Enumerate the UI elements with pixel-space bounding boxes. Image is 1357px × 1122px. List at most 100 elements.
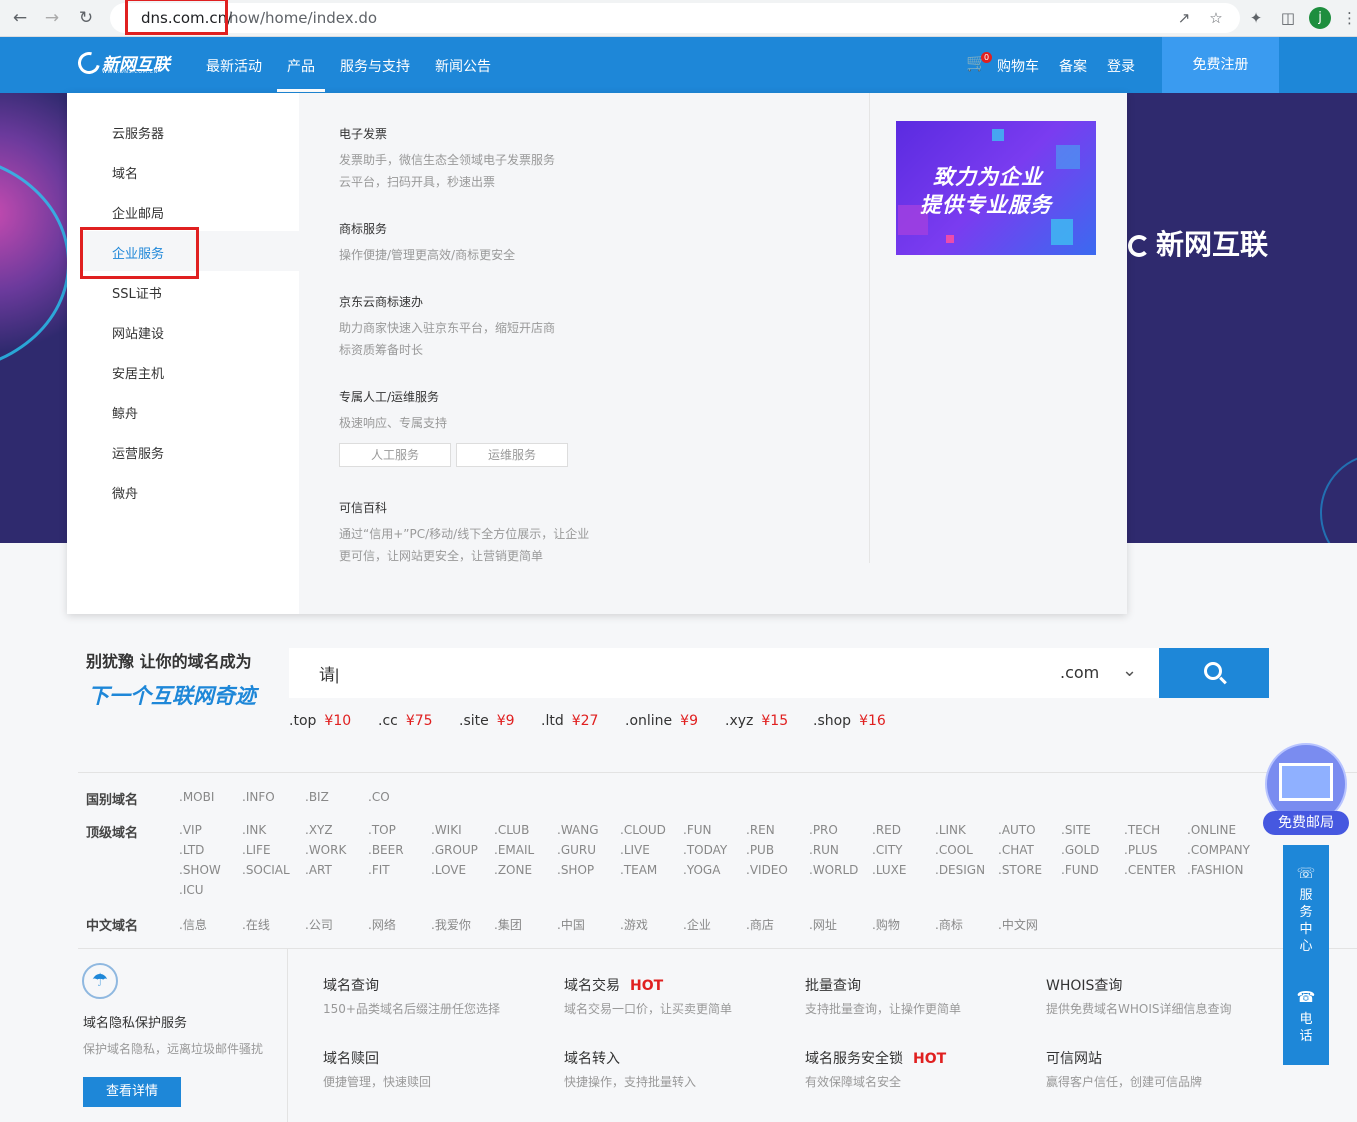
nav-news[interactable]: 新闻公告 bbox=[435, 56, 491, 76]
domain-link[interactable]: .CITY bbox=[872, 843, 902, 857]
domain-link[interactable]: .CHAT bbox=[998, 843, 1034, 857]
domain-link[interactable]: .GROUP bbox=[431, 843, 478, 857]
domain-link[interactable]: .购物 bbox=[872, 916, 900, 933]
domain-link[interactable]: .CO bbox=[368, 790, 390, 804]
back-icon[interactable]: ← bbox=[8, 6, 32, 30]
domain-link[interactable]: .INFO bbox=[242, 790, 275, 804]
menu-kebab-icon[interactable]: ⋮ bbox=[1342, 7, 1357, 29]
domain-link[interactable]: .VIDEO bbox=[746, 863, 788, 877]
category-enterprise-mail[interactable]: 企业邮局 bbox=[112, 203, 164, 222]
domain-suffix-select[interactable]: .com ⌄ bbox=[1030, 648, 1159, 698]
domain-link[interactable]: .RED bbox=[872, 823, 901, 837]
domain-link[interactable]: .CLOUD bbox=[620, 823, 666, 837]
category-cloud-server[interactable]: 云服务器 bbox=[112, 123, 164, 142]
bookmark-star-icon[interactable]: ☆ bbox=[1205, 7, 1227, 29]
domain-link[interactable]: .TODAY bbox=[683, 843, 727, 857]
forward-icon[interactable]: → bbox=[40, 6, 64, 30]
price-item[interactable]: .shop ¥16 bbox=[813, 713, 886, 729]
domain-link[interactable]: .MOBI bbox=[179, 790, 214, 804]
service-trademark-title[interactable]: 商标服务 bbox=[339, 220, 387, 237]
domain-link[interactable]: .REN bbox=[746, 823, 775, 837]
domain-link[interactable]: .SHOW bbox=[179, 863, 221, 877]
domain-link[interactable]: .我爱你 bbox=[431, 916, 471, 933]
service-e-invoice-title[interactable]: 电子发票 bbox=[339, 125, 387, 142]
domain-link[interactable]: .COMPANY bbox=[1187, 843, 1250, 857]
price-item[interactable]: .ltd ¥27 bbox=[541, 713, 598, 729]
category-ssl[interactable]: SSL证书 bbox=[112, 283, 162, 302]
domain-link[interactable]: .WORLD bbox=[809, 863, 858, 877]
domain-link[interactable]: .ONLINE bbox=[1187, 823, 1236, 837]
domain-link[interactable]: .CLUB bbox=[494, 823, 529, 837]
domain-link[interactable]: .AUTO bbox=[998, 823, 1036, 837]
domain-link[interactable]: .FIT bbox=[368, 863, 390, 877]
domain-link[interactable]: .PRO bbox=[809, 823, 838, 837]
share-icon[interactable]: ↗ bbox=[1173, 7, 1195, 29]
domain-link[interactable]: .BEER bbox=[368, 843, 404, 857]
domain-link[interactable]: .SOCIAL bbox=[242, 863, 290, 877]
domain-link[interactable]: .DESIGN bbox=[935, 863, 985, 877]
domain-link[interactable]: .中文网 bbox=[998, 916, 1038, 933]
feature-title[interactable]: 域名交易 HOT bbox=[564, 975, 663, 995]
domain-link[interactable]: .RUN bbox=[809, 843, 839, 857]
price-item[interactable]: .cc ¥75 bbox=[378, 713, 433, 729]
nav-products[interactable]: 产品 bbox=[287, 56, 315, 76]
domain-link[interactable]: .商标 bbox=[935, 916, 963, 933]
domain-link[interactable]: .ICU bbox=[179, 883, 204, 897]
domain-search-input[interactable] bbox=[289, 648, 1030, 698]
category-weizhou[interactable]: 微舟 bbox=[112, 483, 138, 502]
category-anju-host[interactable]: 安居主机 bbox=[112, 363, 164, 382]
feature-title[interactable]: 域名查询 bbox=[323, 975, 379, 995]
login-link[interactable]: 登录 bbox=[1107, 56, 1135, 76]
domain-link[interactable]: .YOGA bbox=[683, 863, 720, 877]
domain-link[interactable]: .游戏 bbox=[620, 916, 648, 933]
domain-link[interactable]: .WANG bbox=[557, 823, 599, 837]
domain-link[interactable]: .中国 bbox=[557, 916, 585, 933]
feature-title[interactable]: 批量查询 bbox=[805, 975, 861, 995]
domain-link[interactable]: .GOLD bbox=[1061, 843, 1099, 857]
category-jingzhou[interactable]: 鲸舟 bbox=[112, 403, 138, 422]
view-details-button[interactable]: 查看详情 bbox=[83, 1077, 181, 1107]
free-mail-widget[interactable]: 免费邮局 bbox=[1263, 743, 1349, 835]
domain-link[interactable]: .ART bbox=[305, 863, 332, 877]
domain-link[interactable]: .STORE bbox=[998, 863, 1042, 877]
domain-link[interactable]: .LIVE bbox=[620, 843, 650, 857]
manual-service-button[interactable]: 人工服务 bbox=[339, 443, 451, 467]
domain-link[interactable]: .商店 bbox=[746, 916, 774, 933]
feature-title[interactable]: 域名赎回 bbox=[323, 1048, 379, 1068]
domain-link[interactable]: .WIKI bbox=[431, 823, 462, 837]
domain-link[interactable]: .COOL bbox=[935, 843, 973, 857]
domain-link[interactable]: .TOP bbox=[368, 823, 396, 837]
domain-link[interactable]: .在线 bbox=[242, 916, 270, 933]
domain-link[interactable]: .VIP bbox=[179, 823, 202, 837]
domain-link[interactable]: .FASHION bbox=[1187, 863, 1243, 877]
domain-link[interactable]: .FUN bbox=[683, 823, 711, 837]
free-register-button[interactable]: 免费注册 bbox=[1162, 37, 1279, 93]
domain-link[interactable]: .信息 bbox=[179, 916, 207, 933]
domain-link[interactable]: .TECH bbox=[1124, 823, 1160, 837]
category-domain[interactable]: 域名 bbox=[112, 163, 138, 182]
domain-link[interactable]: .公司 bbox=[305, 916, 333, 933]
service-center-link[interactable]: 服务中心 bbox=[1283, 887, 1329, 955]
price-item[interactable]: .site ¥9 bbox=[459, 713, 515, 729]
domain-link[interactable]: .SHOP bbox=[557, 863, 594, 877]
domain-link[interactable]: .LUXE bbox=[872, 863, 907, 877]
extensions-icon[interactable]: ✦ bbox=[1245, 7, 1267, 29]
category-operations[interactable]: 运营服务 bbox=[112, 443, 164, 462]
reload-icon[interactable]: ↻ bbox=[74, 6, 98, 30]
price-item[interactable]: .top ¥10 bbox=[289, 713, 351, 729]
domain-link[interactable]: .EMAIL bbox=[494, 843, 534, 857]
domain-link[interactable]: .LINK bbox=[935, 823, 966, 837]
search-button[interactable] bbox=[1159, 648, 1269, 698]
domain-link[interactable]: .LIFE bbox=[242, 843, 271, 857]
address-bar[interactable]: dns.com.cn/ how/home/index.do bbox=[110, 3, 1240, 33]
domain-link[interactable]: .GURU bbox=[557, 843, 596, 857]
profile-avatar[interactable]: j bbox=[1309, 7, 1331, 29]
domain-link[interactable]: .企业 bbox=[683, 916, 711, 933]
side-panel-icon[interactable]: ◫ bbox=[1277, 7, 1299, 29]
domain-link[interactable]: .SITE bbox=[1061, 823, 1091, 837]
promo-banner[interactable]: 致力为企业 提供专业服务 bbox=[896, 121, 1096, 255]
nav-service-support[interactable]: 服务与支持 bbox=[340, 56, 410, 76]
domain-link[interactable]: .FUND bbox=[1061, 863, 1099, 877]
feature-title[interactable]: 域名服务安全锁 HOT bbox=[805, 1048, 946, 1068]
price-item[interactable]: .xyz ¥15 bbox=[725, 713, 788, 729]
